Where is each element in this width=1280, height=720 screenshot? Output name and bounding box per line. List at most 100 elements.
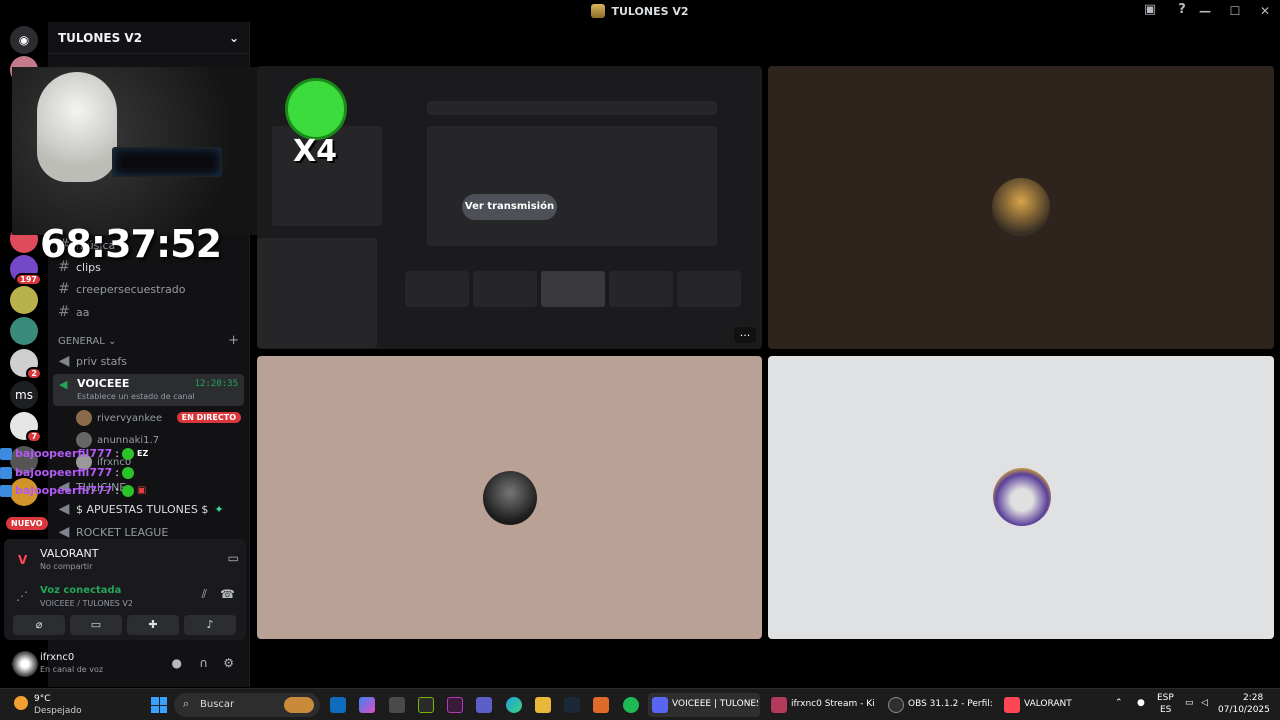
voice-connected-label[interactable]: Voz conectada [40, 585, 121, 596]
channel-creepersecuestrado[interactable]: # creepersecuestrado [58, 280, 185, 298]
signal-icon[interactable]: ⋰ [16, 589, 28, 603]
clock-time[interactable]: 2:28 [1243, 693, 1263, 703]
search-icon: ⌕ [183, 697, 190, 710]
microphone-icon[interactable]: ● [172, 656, 182, 670]
copilot-icon[interactable] [359, 697, 375, 713]
taskbar-search[interactable]: ⌕ Buscar [174, 693, 320, 717]
file-explorer-icon[interactable] [535, 697, 551, 713]
keyboard [112, 147, 222, 177]
participant-tile-anunnaki[interactable] [768, 66, 1274, 349]
webcam-overlay [12, 67, 269, 235]
app-icon[interactable] [593, 697, 609, 713]
guild-name: TULONES V2 [58, 30, 143, 45]
teams-icon[interactable] [476, 697, 492, 713]
chat-text: EZ [137, 449, 149, 458]
stream-preview-thumb [405, 271, 469, 307]
discord-home-icon[interactable]: ◉ [10, 26, 38, 54]
chat-username: bajoopeerfil777 [15, 447, 113, 460]
steam-icon[interactable] [564, 697, 580, 713]
game-activity[interactable]: V VALORANT No compartir ▭ [14, 545, 239, 575]
inbox-icon[interactable]: ▣ [1142, 2, 1158, 18]
noise-suppression-icon[interactable]: ⫽ [202, 587, 207, 602]
display-icon[interactable]: ▭ [1185, 698, 1194, 708]
category-general[interactable]: GENERAL ⌄ [58, 336, 116, 347]
guild-header[interactable]: TULONES V2 ⌄ [48, 22, 249, 54]
search-highlight-image [284, 697, 314, 713]
stream-preview-thumb [473, 271, 537, 307]
chat-message: bajoopeerfil777 : [0, 466, 135, 479]
voice-channel-priv-stafs[interactable]: ◀ priv stafs [58, 352, 127, 370]
add-channel-icon[interactable]: + [228, 333, 239, 348]
watch-stream-button[interactable]: Ver transmisión [462, 194, 557, 220]
server-icon-7[interactable]: 7 [10, 412, 42, 443]
taskbar-task-obs[interactable]: OBS 31.1.2 - Perfil: Sin T [884, 693, 996, 717]
weather-temp: 9°C [34, 694, 51, 704]
channel-aa[interactable]: # aa [58, 303, 89, 321]
channel-status[interactable]: Establece un estado de canal [77, 392, 195, 401]
voice-channel-voiceee[interactable]: ◀ VOICEEE 12:20:35 Establece un estado d… [53, 374, 244, 406]
taskbar-task-browser[interactable]: ifrxnc0 Stream - Kick Da [767, 693, 879, 717]
app-icon[interactable] [447, 697, 463, 713]
voice-user[interactable]: rivervyankee [76, 410, 162, 426]
weather-desc: Despejado [34, 706, 82, 716]
clock-date[interactable]: 07/10/2025 [1218, 705, 1270, 715]
game-share-status: No compartir [40, 562, 93, 571]
spotify-icon[interactable] [623, 697, 639, 713]
badge-icon [0, 466, 12, 479]
camera-button[interactable]: ⌀ [13, 615, 65, 635]
outlook-icon[interactable] [330, 697, 346, 713]
soundboard-button[interactable]: ♪ [184, 615, 236, 635]
chevron-down-icon: ⌄ [108, 336, 117, 347]
hash-icon: # [58, 281, 70, 297]
emote-icon [122, 466, 135, 479]
participant-tile-ifrxnc0[interactable] [768, 356, 1274, 639]
maximize-button[interactable]: ☐ [1220, 4, 1250, 18]
emote-icon [122, 484, 135, 497]
server-icon-6[interactable]: 2 [10, 349, 42, 380]
taskbar-task-discord[interactable]: VOICEEE | TULONES V2 [648, 693, 760, 717]
laughing-emote-icon [285, 78, 347, 140]
gift-icon: ▣ [137, 485, 147, 496]
username[interactable]: ifrxnc0 [40, 652, 74, 663]
voice-channel-apuestas[interactable]: ◀ $ APUESTAS TULONES $ ✦ [58, 500, 224, 518]
language-bottom[interactable]: ES [1160, 705, 1171, 715]
emote-multiplier: X4 [293, 134, 338, 169]
obs-icon [888, 697, 904, 713]
minimize-button[interactable]: — [1190, 4, 1220, 18]
participant-tile-user[interactable] [257, 356, 762, 639]
server-icon-4[interactable] [10, 286, 38, 314]
share-screen-icon[interactable]: ▭ [228, 551, 239, 565]
taskbar-task-valorant[interactable]: VALORANT [1000, 693, 1082, 717]
emote-icon [122, 447, 135, 460]
settings-gear-icon[interactable]: ⚙ [223, 656, 234, 670]
volume-icon[interactable]: ◁ [1201, 698, 1208, 708]
title-bar: TULONES V2 ▣ ? — ☐ ✕ [0, 0, 1280, 22]
nvidia-icon[interactable] [418, 697, 434, 713]
screen-share-button[interactable]: ▭ [70, 615, 122, 635]
avatar[interactable] [12, 651, 38, 677]
language-top[interactable]: ESP [1157, 693, 1174, 703]
server-icon-ms[interactable]: ms [10, 381, 38, 409]
chat-message: bajoopeerfil777 : EZ [0, 447, 148, 460]
headphones-icon[interactable]: ∩ [199, 656, 208, 670]
server-icon-3[interactable]: 197 [10, 255, 42, 286]
avatar [76, 410, 92, 426]
chevron-up-icon[interactable]: ⌃ [1115, 698, 1123, 708]
chat-username: bajoopeerfil777 [15, 484, 113, 497]
disconnect-icon[interactable]: ☎ [220, 587, 235, 601]
voice-connection: ⋰ Voz conectada VOICEEE / TULONES V2 ⫽ ☎ [14, 583, 239, 611]
voice-location[interactable]: VOICEEE / TULONES V2 [40, 599, 133, 608]
server-icon-5[interactable] [10, 317, 38, 345]
microphone-icon[interactable]: ● [1137, 698, 1145, 708]
store-icon[interactable] [389, 697, 405, 713]
more-options-button[interactable]: ... [734, 327, 756, 343]
close-button[interactable]: ✕ [1250, 4, 1280, 18]
voice-user[interactable]: anunnaki1.7 [76, 432, 159, 448]
voice-action-buttons: ⌀ ▭ ✚ ♪ [13, 615, 236, 635]
valorant-icon: V [18, 553, 28, 567]
windows-start-icon[interactable] [151, 697, 167, 713]
edge-icon[interactable] [506, 697, 522, 713]
activity-button[interactable]: ✚ [127, 615, 179, 635]
help-icon[interactable]: ? [1174, 2, 1190, 18]
server-icon [591, 4, 606, 18]
